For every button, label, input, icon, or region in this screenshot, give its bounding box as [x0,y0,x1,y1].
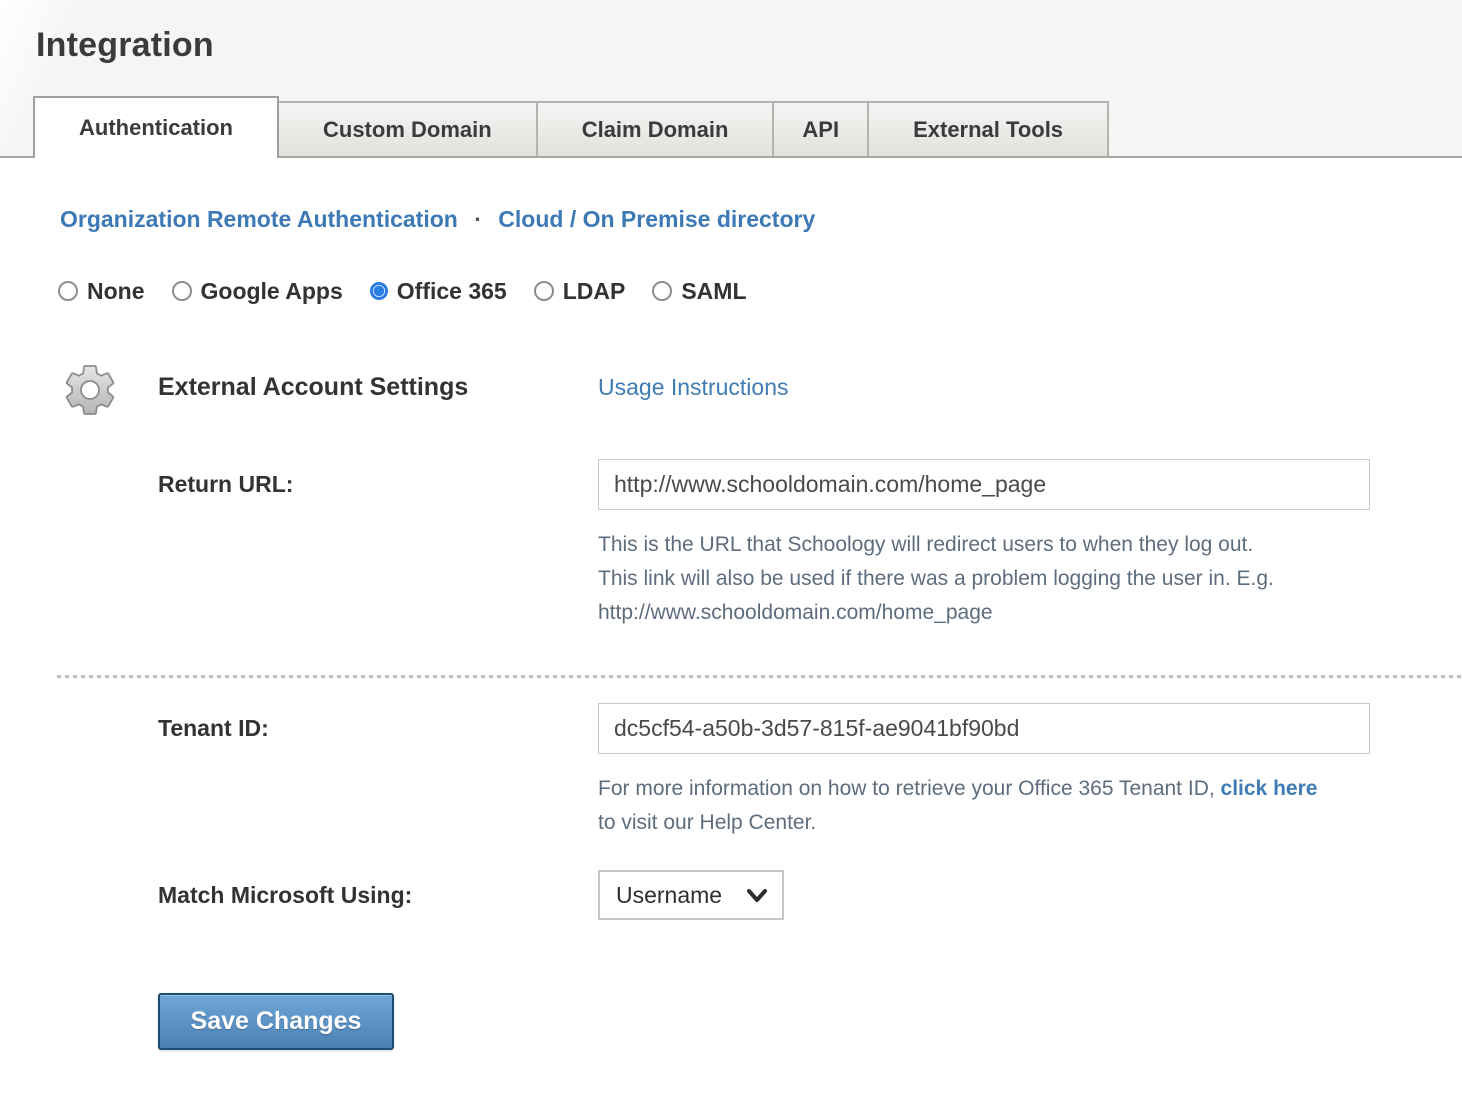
subnav: Organization Remote Authentication · Clo… [60,205,1462,233]
tab-bar: Authentication Custom Domain Claim Domai… [33,96,1109,158]
radio-ldap-label: LDAP [563,278,626,305]
dashed-divider [57,675,1462,678]
tenant-id-row: Tenant ID: For more information on how t… [0,703,1462,840]
radio-none-label: None [87,278,145,305]
gear-icon [60,360,120,420]
integration-page: Integration Authentication Custom Domain… [0,0,1462,1094]
return-url-input[interactable] [598,459,1370,510]
match-microsoft-row: Match Microsoft Using: Username [0,870,1462,920]
tenant-id-help-suffix: to visit our Help Center. [598,811,816,834]
radio-ldap[interactable]: LDAP [534,278,626,305]
external-account-settings-section: External Account Settings Usage Instruct… [0,372,1462,1050]
tenant-id-label: Tenant ID: [158,703,598,742]
tenant-id-field: For more information on how to retrieve … [598,703,1370,840]
radio-google-apps-label: Google Apps [201,278,343,305]
radio-none[interactable]: None [58,278,145,305]
tenant-id-help: For more information on how to retrieve … [598,772,1318,840]
radio-office-365-label: Office 365 [397,278,507,305]
tenant-id-input[interactable] [598,703,1370,754]
radio-google-apps[interactable]: Google Apps [172,278,343,305]
radio-selected-icon [370,282,388,300]
tab-external-tools[interactable]: External Tools [867,101,1109,158]
radio-circle-icon [534,281,554,301]
radio-circle-icon [172,281,192,301]
section-heading: External Account Settings [158,372,598,402]
radio-saml-label: SAML [681,278,746,305]
tab-claim-domain[interactable]: Claim Domain [536,101,775,158]
match-microsoft-select[interactable]: Username [598,870,784,920]
subnav-separator: · [474,206,482,232]
usage-instructions-link[interactable]: Usage Instructions [598,372,788,402]
link-cloud-on-premise-directory[interactable]: Cloud / On Premise directory [498,206,815,232]
return-url-row: Return URL: This is the URL that Schoolo… [0,459,1462,630]
tab-content: Organization Remote Authentication · Clo… [0,205,1462,1050]
tenant-id-help-prefix: For more information on how to retrieve … [598,777,1221,800]
page-title: Integration [0,0,1462,65]
match-microsoft-selected-value: Username [616,882,722,909]
chevron-down-icon [746,882,768,909]
match-microsoft-label: Match Microsoft Using: [158,870,598,909]
return-url-help: This is the URL that Schoology will redi… [598,528,1288,630]
return-url-label: Return URL: [158,459,598,498]
click-here-link[interactable]: click here [1221,777,1318,800]
radio-circle-icon [58,281,78,301]
tab-api[interactable]: API [772,101,869,158]
save-changes-button[interactable]: Save Changes [158,993,394,1050]
tab-custom-domain[interactable]: Custom Domain [277,101,538,158]
tab-authentication[interactable]: Authentication [33,96,279,158]
return-url-field: This is the URL that Schoology will redi… [598,459,1370,630]
radio-office-365[interactable]: Office 365 [370,278,507,305]
match-microsoft-field: Username [598,870,1370,920]
page-header: Integration Authentication Custom Domain… [0,0,1462,158]
section-heading-row: External Account Settings Usage Instruct… [0,372,1462,404]
radio-saml[interactable]: SAML [652,278,746,305]
auth-method-radio-group: None Google Apps Office 365 LDAP SAML [58,276,1462,306]
radio-circle-icon [652,281,672,301]
link-organization-remote-authentication[interactable]: Organization Remote Authentication [60,206,458,232]
